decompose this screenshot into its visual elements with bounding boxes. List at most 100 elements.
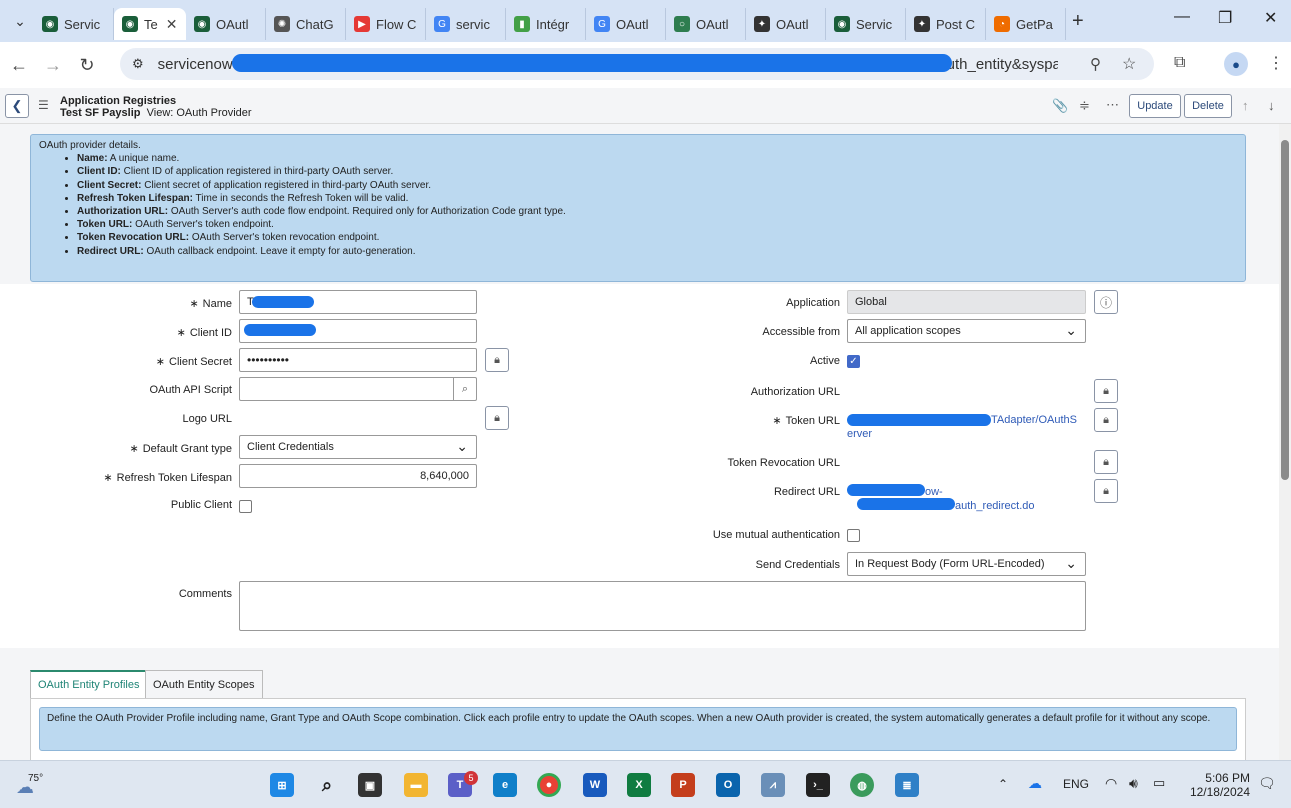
update-button[interactable]: Update bbox=[1129, 94, 1181, 118]
edge-icon[interactable]: e bbox=[493, 773, 517, 797]
refresh-lifespan-input[interactable]: 8,640,000 bbox=[239, 464, 477, 488]
outlook-icon[interactable]: O bbox=[716, 773, 740, 797]
personalize-icon[interactable]: ≑ bbox=[1079, 98, 1090, 114]
lock-icon[interactable]: 🔒︎ bbox=[1094, 450, 1118, 474]
accessible-from-select[interactable]: All application scopes bbox=[847, 319, 1086, 343]
volume-icon[interactable]: 🔊︎ bbox=[1129, 775, 1138, 792]
browser-tab[interactable]: ▮ Intégr bbox=[506, 8, 586, 40]
info-list: Name: A unique name.Client ID: Client ID… bbox=[77, 152, 1237, 258]
word-icon[interactable]: W bbox=[583, 773, 607, 797]
context-menu-icon[interactable]: ☰ bbox=[38, 98, 49, 112]
new-tab-plus-icon[interactable]: + bbox=[1072, 10, 1084, 33]
view-name[interactable]: View: OAuth Provider bbox=[147, 107, 252, 119]
browser-tab[interactable]: ✦ OAutl bbox=[746, 8, 826, 40]
browser-menu-icon[interactable]: ⋮ bbox=[1268, 53, 1284, 73]
notifications-icon[interactable]: 🗨︎ bbox=[1258, 775, 1276, 792]
more-options-icon[interactable]: ⋯ bbox=[1106, 97, 1119, 113]
close-tab-icon[interactable]: ✕ bbox=[166, 16, 178, 33]
token-url-line1[interactable]: TAdapter/OAuthS bbox=[991, 414, 1077, 426]
browser-tab[interactable]: ✦ Post C bbox=[906, 8, 986, 40]
task-view-icon[interactable]: ▣ bbox=[358, 773, 382, 797]
browser-tab[interactable]: ◉ Servic bbox=[34, 8, 114, 40]
monitor-app-icon[interactable]: ⩘ bbox=[761, 773, 785, 797]
search-icon[interactable]: ⌕ bbox=[315, 773, 339, 797]
send-credentials-select[interactable]: In Request Body (Form URL-Encoded) bbox=[847, 552, 1086, 576]
minimize-icon[interactable]: — bbox=[1174, 8, 1190, 26]
send-credentials-label: Send Credentials bbox=[755, 559, 840, 571]
file-explorer-icon[interactable]: ▬ bbox=[404, 773, 428, 797]
back-button[interactable]: ❮ bbox=[5, 94, 29, 118]
info-desc: Time in seconds the Refresh Token will b… bbox=[192, 192, 409, 204]
browser-tab[interactable]: ◉ Servic bbox=[826, 8, 906, 40]
chrome-icon[interactable]: ● bbox=[537, 773, 561, 797]
lock-icon[interactable]: 🔒︎ bbox=[485, 348, 509, 372]
language-indicator[interactable]: ENG bbox=[1063, 777, 1089, 791]
powerpoint-icon[interactable]: P bbox=[671, 773, 695, 797]
public-client-checkbox[interactable] bbox=[239, 500, 252, 513]
api-script-input[interactable] bbox=[239, 377, 477, 401]
browser-tab[interactable]: ◉ Te ✕ bbox=[114, 8, 186, 40]
related-lists: OAuth Entity Profiles OAuth Entity Scope… bbox=[0, 648, 1279, 760]
lookup-search-icon[interactable]: ⌕ bbox=[453, 378, 476, 400]
redirect-url-line2[interactable]: auth_redirect.do bbox=[955, 500, 1035, 512]
bookmark-star-icon[interactable]: ☆ bbox=[1122, 54, 1136, 74]
site-settings-icon[interactable]: ⚙ bbox=[132, 56, 144, 72]
redaction bbox=[847, 414, 991, 426]
client-secret-value: •••••••••• bbox=[247, 353, 290, 367]
browser-tab[interactable]: ○ OAutl bbox=[666, 8, 746, 40]
tab-oauth-entity-profiles[interactable]: OAuth Entity Profiles bbox=[30, 670, 148, 698]
oauth-form: ∗Name Test ∗Client ID ∗Client Secret •••… bbox=[0, 284, 1279, 648]
forward-arrow-icon[interactable]: → bbox=[36, 55, 70, 76]
mutual-auth-label: Use mutual authentication bbox=[712, 529, 840, 541]
browser-tab[interactable]: ▶ Flow C bbox=[346, 8, 426, 40]
previous-record-icon[interactable]: ↑ bbox=[1242, 98, 1249, 113]
delete-button[interactable]: Delete bbox=[1184, 94, 1232, 118]
tab-search-chevron-icon[interactable]: ⌄ bbox=[6, 7, 34, 35]
tab-oauth-entity-scopes[interactable]: OAuth Entity Scopes bbox=[145, 670, 263, 698]
public-client-label: Public Client bbox=[170, 499, 232, 511]
client-secret-input[interactable]: •••••••••• bbox=[239, 348, 477, 372]
zoom-icon[interactable]: ⚲ bbox=[1090, 55, 1101, 73]
reload-icon[interactable]: ↻ bbox=[70, 55, 104, 76]
browser-tab[interactable]: ◉ OAutl bbox=[186, 8, 266, 40]
browser-tab[interactable]: Gservic bbox=[426, 8, 506, 40]
wifi-icon[interactable]: ◠ bbox=[1105, 775, 1117, 792]
battery-icon[interactable]: ▭ bbox=[1153, 775, 1165, 791]
lock-icon[interactable]: 🔒︎ bbox=[1094, 479, 1118, 503]
comments-textarea[interactable] bbox=[239, 581, 1086, 631]
terminal-icon[interactable]: ›_ bbox=[806, 773, 830, 797]
back-arrow-icon[interactable]: ← bbox=[2, 55, 36, 76]
lock-icon[interactable]: 🔒︎ bbox=[485, 406, 509, 430]
onedrive-icon[interactable]: ☁ bbox=[1028, 775, 1042, 792]
grant-type-select[interactable]: Client Credentials bbox=[239, 435, 477, 459]
maximize-icon[interactable]: ❐ bbox=[1218, 8, 1232, 28]
clock[interactable]: 5:06 PM 12/18/2024 bbox=[1184, 771, 1250, 799]
active-checkbox[interactable]: ✓ bbox=[847, 355, 860, 368]
teams-badge: 5 bbox=[464, 771, 478, 785]
close-window-icon[interactable]: ✕ bbox=[1264, 8, 1277, 28]
tab-label: Post C bbox=[936, 16, 976, 32]
mutual-auth-checkbox[interactable] bbox=[847, 529, 860, 542]
notepad-icon[interactable]: ≣ bbox=[895, 773, 919, 797]
attachment-icon[interactable]: 📎 bbox=[1052, 98, 1068, 114]
browser-tab[interactable]: ✺ ChatG bbox=[266, 8, 346, 40]
redirect-url-line1[interactable]: ow- bbox=[925, 486, 943, 498]
lock-icon[interactable]: 🔒︎ bbox=[1094, 379, 1118, 403]
next-record-icon[interactable]: ↓ bbox=[1268, 98, 1275, 113]
browser-tab[interactable]: G OAutl bbox=[586, 8, 666, 40]
tab-favicon-icon: G bbox=[594, 16, 610, 32]
info-circle-icon[interactable]: ⓘ bbox=[1094, 290, 1118, 314]
profile-avatar-icon[interactable]: ● bbox=[1224, 52, 1248, 76]
start-windows-icon[interactable]: ⊞ bbox=[270, 773, 294, 797]
extensions-icon[interactable]: ⧉ bbox=[1174, 54, 1185, 72]
excel-icon[interactable]: X bbox=[627, 773, 651, 797]
tray-chevron-icon[interactable]: ⌃ bbox=[998, 777, 1008, 791]
globe-app-icon[interactable]: ◍ bbox=[850, 773, 874, 797]
lock-icon[interactable]: 🔒︎ bbox=[1094, 408, 1118, 432]
tab-favicon-icon: G bbox=[434, 16, 450, 32]
client-secret-label: ∗ Client Secret bbox=[155, 356, 232, 368]
scrollbar[interactable] bbox=[1279, 124, 1291, 760]
browser-tab[interactable]: ◔ GetPa bbox=[986, 8, 1066, 40]
scrollbar-thumb[interactable] bbox=[1281, 140, 1289, 480]
token-url-line2[interactable]: erver bbox=[847, 428, 872, 440]
